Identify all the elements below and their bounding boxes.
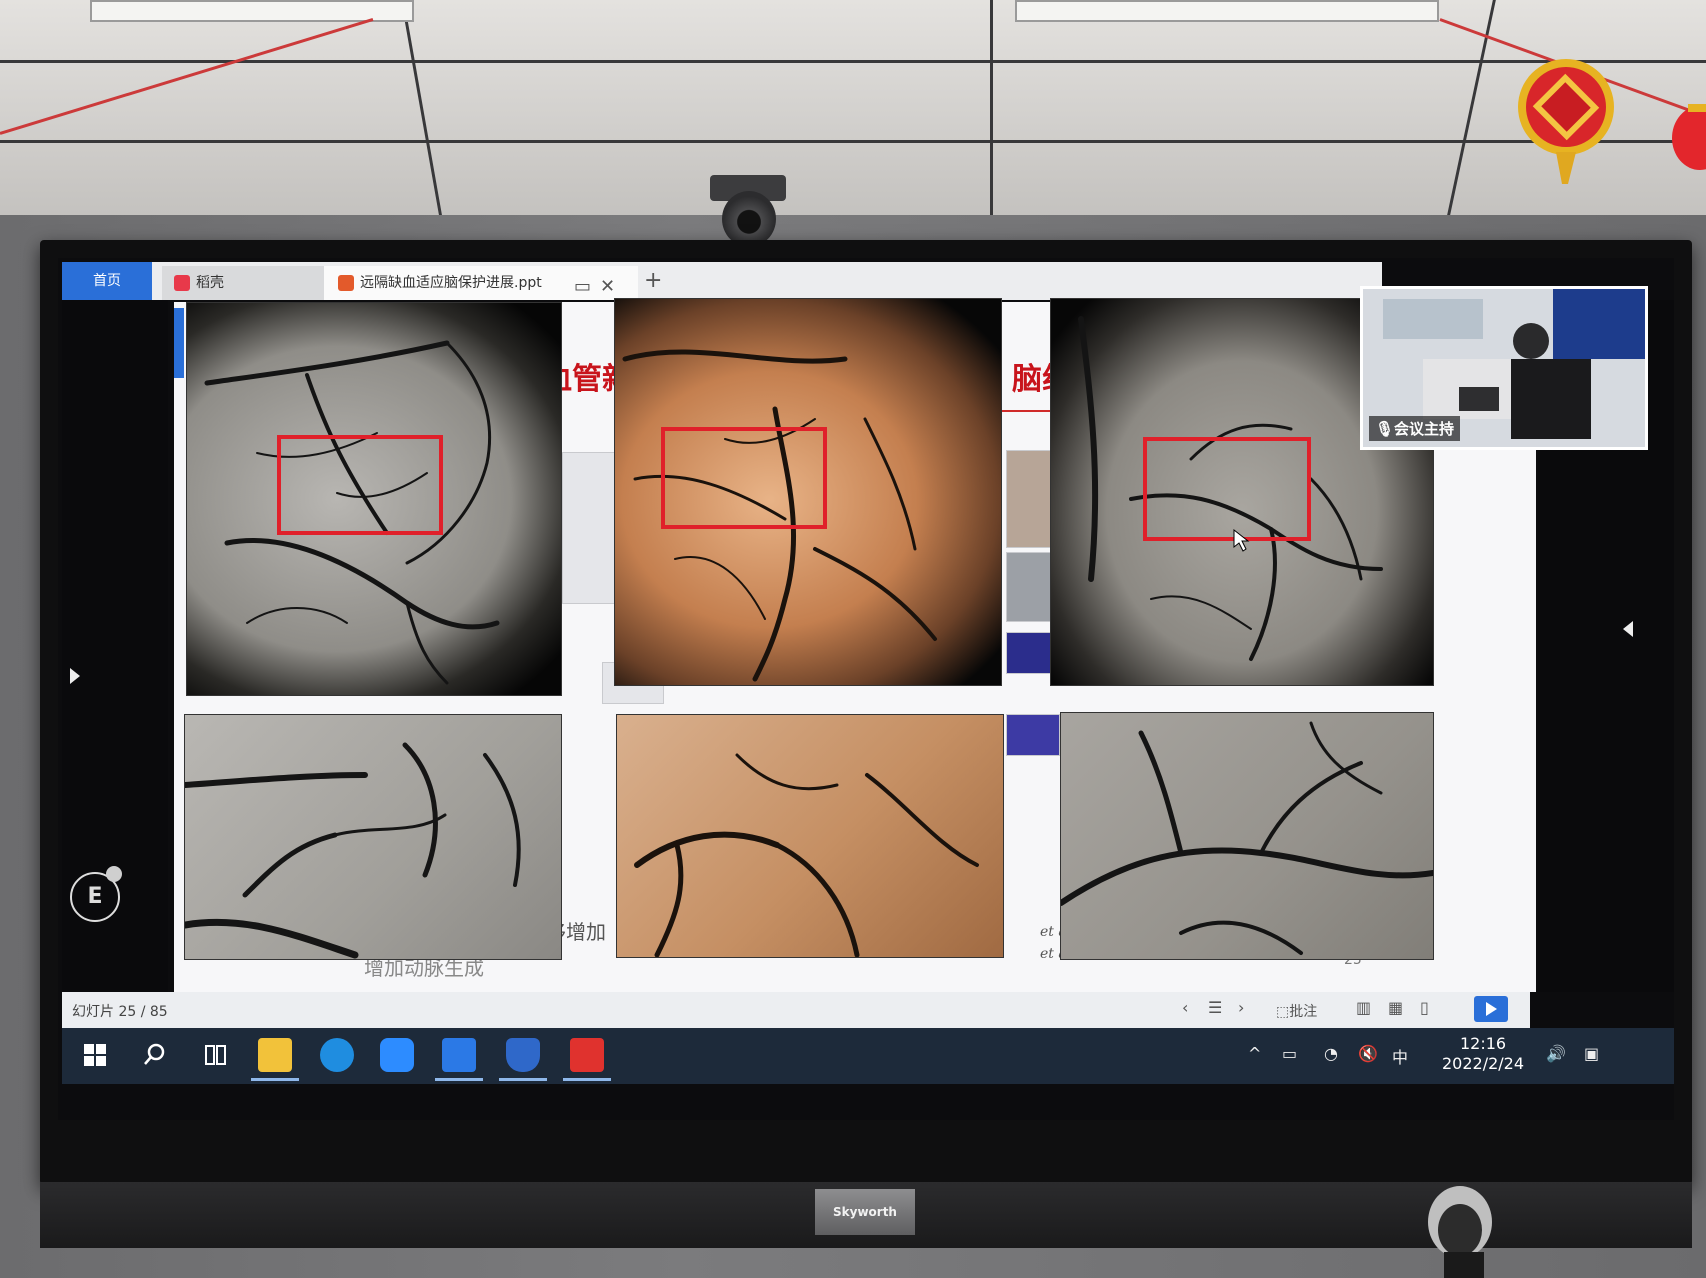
ceiling — [0, 0, 1706, 215]
tab-wps[interactable]: 稻壳 — [162, 266, 334, 300]
volume-muted-icon[interactable]: 🔇 — [1358, 1044, 1378, 1063]
zoom-icon[interactable] — [380, 1038, 414, 1072]
close-tab-icon[interactable]: ✕ — [600, 270, 615, 304]
roi-box-1 — [277, 435, 443, 535]
tab-home[interactable]: 首页 — [62, 262, 152, 300]
status-bar: 幻灯片 25 / 85 ‹ ☰ › ⬚批注 ▥ ▦ ▯ — [62, 992, 1530, 1028]
grid-view-icon[interactable]: ▦ — [1388, 998, 1403, 1017]
meeting-host-text: 会议主持 — [1394, 420, 1455, 438]
second-camera — [1428, 1186, 1492, 1278]
expand-left-arrow-icon[interactable] — [70, 668, 80, 684]
slide-accent-bar — [174, 308, 184, 378]
chinese-knot-decoration — [1518, 59, 1614, 184]
reading-view-icon[interactable]: ▯ — [1420, 998, 1429, 1017]
active-app-indicator — [499, 1078, 547, 1081]
vessel-image-1 — [186, 302, 562, 696]
wps-daoke-icon — [174, 275, 190, 291]
tv-screen: 首页 稻壳 远隔缺血适应脑保护进展.ppt ▭ ✕ + E 血管新 脑组织 移增… — [58, 258, 1674, 1120]
vessel-image-2 — [614, 298, 1002, 686]
active-app-indicator — [435, 1078, 483, 1081]
tab-wps-label: 稻壳 — [196, 275, 224, 291]
lantern-decoration — [1672, 104, 1706, 170]
active-app-indicator — [251, 1078, 299, 1081]
ceiling-grid-line — [0, 140, 1706, 143]
normal-view-icon[interactable]: ▥ — [1356, 998, 1371, 1017]
notification-dot — [106, 866, 122, 882]
outline-icon[interactable]: ☰ — [1208, 998, 1222, 1017]
notification-center-icon[interactable]: ▣ — [1584, 1044, 1599, 1063]
annotate-label: 批注 — [1289, 1004, 1318, 1020]
vessel-zoom-2 — [616, 714, 1004, 958]
collapse-right-arrow-icon[interactable] — [1623, 621, 1633, 637]
slide-canvas: 血管新 脑组织 移增加 增加动脉生成 et al, Behav et al, R… — [174, 286, 1648, 992]
prev-slide-icon[interactable]: ‹ — [1182, 998, 1188, 1017]
ime-indicator[interactable]: 中 — [1392, 1044, 1408, 1068]
next-slide-icon[interactable]: › — [1238, 998, 1244, 1017]
windows-start-icon[interactable] — [78, 1038, 112, 1072]
active-app-indicator — [563, 1078, 611, 1081]
vessel-zoom-1 — [184, 714, 562, 960]
clock-time: 12:16 — [1459, 1034, 1507, 1053]
vessel-zoom-3 — [1060, 712, 1434, 960]
ie-icon[interactable] — [320, 1038, 354, 1072]
play-slideshow-button[interactable] — [1474, 996, 1508, 1022]
keyboard-icon[interactable]: ▭ — [1282, 1044, 1297, 1063]
background-thumbnail — [1006, 714, 1060, 756]
file-explorer-icon[interactable] — [258, 1038, 292, 1072]
meeting-app-icon[interactable] — [442, 1038, 476, 1072]
vessel-zoom-network-1 — [185, 742, 521, 959]
annotate-icon: ⬚ — [1276, 1004, 1290, 1020]
ppt-icon — [338, 275, 354, 291]
roi-box-2 — [661, 427, 827, 529]
wps-icon[interactable] — [570, 1038, 604, 1072]
search-icon[interactable] — [138, 1038, 172, 1072]
task-view-icon[interactable] — [198, 1038, 232, 1072]
screen-bottom-border — [62, 1084, 1674, 1120]
tv-brand-logo: Skyworth — [815, 1189, 915, 1235]
microphone-icon: 🎙 — [1375, 420, 1395, 438]
slide-counter: 幻灯片 25 / 85 — [72, 1004, 168, 1020]
clock-date: 2022/2/24 — [1442, 1054, 1525, 1073]
tab-document-label: 远隔缺血适应脑保护进展.ppt — [360, 275, 542, 291]
tray-expand-icon[interactable]: ^ — [1248, 1044, 1261, 1063]
taskbar-clock[interactable]: 12:16 2022/2/24 — [1442, 1034, 1524, 1074]
ceiling-grid-line — [0, 60, 1706, 63]
meeting-video-pip[interactable]: 🎙会议主持 — [1360, 286, 1648, 450]
slide-panel-left: E — [62, 300, 168, 992]
meeting-host-label: 🎙会议主持 — [1369, 416, 1461, 441]
monitor-icon[interactable]: ▭ — [574, 270, 591, 304]
speaker-icon[interactable]: 🔊 — [1546, 1044, 1566, 1063]
windows-taskbar: ^ ▭ ◔ 🔇 中 12:16 2022/2/24 🔊 ▣ — [62, 1028, 1674, 1084]
mouse-cursor-icon — [1233, 529, 1250, 552]
security-icon[interactable] — [506, 1038, 540, 1072]
tab-document[interactable]: 远隔缺血适应脑保护进展.ppt ▭ ✕ — [324, 266, 638, 300]
ceiling-grid-line — [990, 0, 993, 215]
background-chart — [562, 452, 622, 604]
annotate-button[interactable]: ⬚批注 — [1276, 1001, 1317, 1021]
tab-bar: 首页 稻壳 远隔缺血适应脑保护进展.ppt ▭ ✕ + — [62, 262, 1382, 300]
roi-box-3 — [1143, 437, 1311, 541]
new-tab-button[interactable]: + — [644, 268, 662, 293]
ceiling-grid-line — [401, 0, 442, 215]
play-icon — [1486, 1002, 1497, 1016]
ceiling-light — [1015, 0, 1439, 22]
vessel-zoom-network-3 — [1061, 721, 1433, 955]
vessel-zoom-network-2 — [634, 753, 979, 957]
ceiling-light — [90, 0, 414, 22]
network-icon[interactable]: ◔ — [1324, 1044, 1338, 1063]
